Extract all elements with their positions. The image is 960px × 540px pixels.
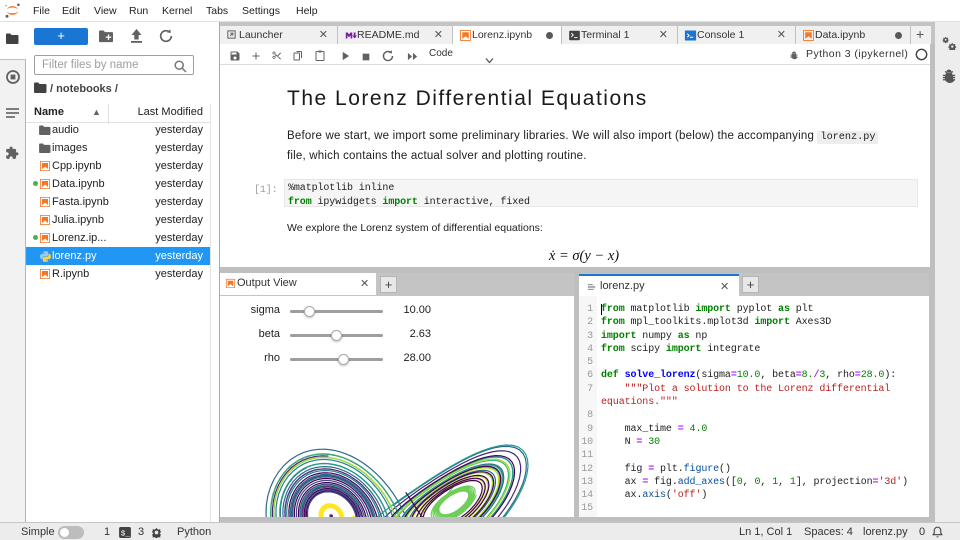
svg-text:$_: $_ (121, 530, 131, 538)
